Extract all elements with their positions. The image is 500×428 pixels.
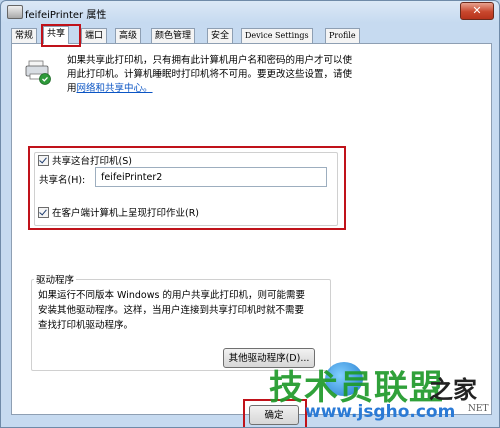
tab-device-settings[interactable]: Device Settings: [241, 28, 313, 43]
description-line-2: 用此打印机。计算机睡眠时打印机将不可用。要更改这些设置，请使: [67, 69, 353, 80]
tab-ports[interactable]: 端口: [81, 28, 108, 43]
drivers-description: 如果运行不同版本 Windows 的用户共享此打印机，则可能需要安装其他驱动程序…: [38, 290, 305, 331]
watermark-net: NET: [468, 404, 489, 414]
properties-window: feifeiPrinter 属性 ✕ 常规 共享 端口 高级 颜色管理 安全 D…: [0, 0, 500, 428]
title-bar[interactable]: feifeiPrinter 属性 ✕: [1, 1, 499, 23]
tab-security[interactable]: 安全: [207, 28, 234, 43]
window-title: feifeiPrinter 属性: [25, 10, 107, 21]
drivers-legend: 驱动程序: [34, 272, 77, 286]
network-sharing-center-link[interactable]: 网络和共享中心。: [77, 83, 153, 94]
tab-general[interactable]: 常规: [11, 28, 38, 43]
tab-profile[interactable]: Profile: [325, 28, 360, 43]
tab-color-management[interactable]: 颜色管理: [151, 28, 196, 43]
tab-sharing[interactable]: 共享: [43, 26, 70, 44]
description-prefix: 用: [67, 83, 77, 94]
shared-printer-icon: [25, 60, 51, 85]
printer-app-icon: [7, 5, 23, 19]
description-line-3: 用网络和共享中心。: [67, 82, 477, 96]
watermark-brand-suffix: 之家: [429, 375, 477, 404]
tab-strip: 常规 共享 端口 高级 颜色管理 安全 Device Settings Prof…: [11, 26, 491, 44]
close-button[interactable]: ✕: [460, 2, 494, 20]
tab-advanced[interactable]: 高级: [115, 28, 142, 43]
highlight-share-group: [28, 146, 346, 230]
description-line-1: 如果共享此打印机，只有拥有此计算机用户名和密码的用户才可以使: [67, 55, 353, 66]
watermark-logo: 技术员联盟 之家 www.jsgho.com NET: [261, 358, 499, 427]
watermark-url: www.jsgho.com: [305, 402, 456, 422]
sharing-description: 如果共享此打印机，只有拥有此计算机用户名和密码的用户才可以使 用此打印机。计算机…: [67, 54, 477, 96]
